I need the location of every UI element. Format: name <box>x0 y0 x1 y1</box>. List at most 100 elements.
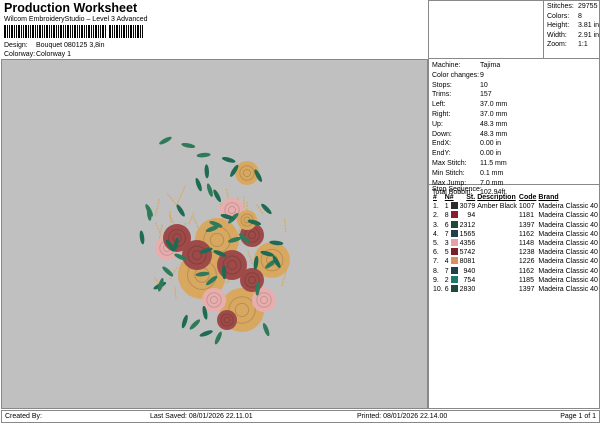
row-index: 4. <box>433 230 439 238</box>
page-title: Production Worksheet <box>4 1 138 15</box>
stat-row: Up: 48.3 mm <box>432 120 599 130</box>
swatch-cell <box>450 229 459 239</box>
column-header: Description <box>477 194 516 201</box>
column-header: # <box>433 194 437 201</box>
table-row: 8. 7 940 1162 Madeira Classic 40 <box>432 266 599 276</box>
swatch-cell <box>450 285 459 294</box>
stat-label: Machine: <box>432 62 461 69</box>
stat-row: Min Stitch: 0.1 mm <box>432 169 599 179</box>
stat-value: 11.5 mm <box>480 159 507 167</box>
stat-value: 37.0 mm <box>480 110 508 118</box>
stitch-count: 754 <box>463 276 476 284</box>
design-name: Bouquet 080125 3,8in <box>36 42 105 49</box>
page-number: Page 1 of 1 <box>560 413 596 420</box>
thread-code: 1226 <box>518 258 535 266</box>
created-by: Created By: <box>5 413 42 420</box>
stop-sequence: Stop Sequence: # N# St. Description Code Bran… <box>428 185 600 409</box>
thread-description <box>476 230 518 239</box>
stat-value: 0.00 in <box>480 150 502 158</box>
thread-description <box>476 239 518 248</box>
stat-label: Max Stitch: <box>432 159 467 167</box>
stat-value: 2.91 in <box>578 31 600 39</box>
row-index: 10. <box>433 286 443 294</box>
color-swatch <box>450 211 458 219</box>
thread-brand: Madeira Classic 40 <box>538 212 598 220</box>
row-index: 3. <box>433 221 439 229</box>
stitch-count: 2830 <box>459 286 476 294</box>
swatch-cell <box>450 257 459 266</box>
thread-brand: Madeira Classic 40 <box>538 249 598 257</box>
color-swatch <box>450 248 458 256</box>
stop-sequence-title: Stop Sequence: <box>432 186 482 193</box>
stat-row: Color changes: 9 <box>432 71 599 81</box>
stat-value: 48.3 mm <box>480 130 508 138</box>
stat-value: 0.1 mm <box>480 169 504 177</box>
stat-label: Up: <box>432 120 443 128</box>
footer: Created By: Last Saved: 08/01/2026 22.11… <box>1 410 600 423</box>
thread-brand: Madeira Classic 40 <box>538 203 598 211</box>
stat-value: 48.3 mm <box>480 120 508 128</box>
stat-row: Height: 3.81 in <box>547 21 600 31</box>
color-swatch <box>450 220 458 228</box>
stat-value: 37.0 mm <box>480 101 508 109</box>
barcode <box>4 25 159 39</box>
stat-label: Height: <box>547 22 570 30</box>
software-name: Wilcom EmbroideryStudio – Level 3 Advanc… <box>4 16 148 23</box>
thread-brand: Madeira Classic 40 <box>538 276 598 284</box>
stat-label: EndX: <box>432 140 452 148</box>
thread-code: 1185 <box>518 276 534 284</box>
color-swatch <box>450 275 458 283</box>
color-swatch <box>450 239 458 247</box>
row-index: 1. <box>433 203 439 211</box>
table-row: 4. 7 1565 1162 Madeira Classic 40 <box>432 229 599 239</box>
stat-row: Left: 37.0 mm <box>432 100 599 110</box>
row-index: 5. <box>433 240 439 248</box>
stat-value: 10 <box>480 81 488 89</box>
printed-date: Printed: 08/01/2026 22.14.00 <box>357 413 448 420</box>
thread-code: 1148 <box>518 240 534 248</box>
thread-code: 1181 <box>518 212 534 220</box>
stat-value: 0.00 in <box>480 140 502 148</box>
thread-description <box>476 276 518 285</box>
stat-label: Color changes: <box>432 71 480 79</box>
column-header: St. <box>466 194 476 201</box>
stat-value: Tajima <box>480 62 501 69</box>
swatch-cell <box>450 239 459 248</box>
stat-row: Right: 37.0 mm <box>432 110 599 120</box>
thread-code: 1397 <box>518 286 535 294</box>
table-row: 2. 8 94 1181 Madeira Classic 40 <box>432 211 599 220</box>
table-row: 10. 6 2830 1397 Madeira Classic 40 <box>432 285 599 294</box>
stat-row: Width: 2.91 in <box>547 31 600 41</box>
stat-label: Down: <box>432 130 452 138</box>
stitch-count: 8081 <box>459 258 476 266</box>
thread-description <box>476 267 518 276</box>
stat-value: 1:1 <box>578 41 588 49</box>
column-header: Brand <box>538 194 559 201</box>
thread-brand: Madeira Classic 40 <box>538 286 598 294</box>
table-row: 6. 5 5742 1238 Madeira Classic 40 <box>432 248 599 257</box>
stitch-count: 940 <box>463 267 476 275</box>
stat-value: 8 <box>578 12 582 20</box>
thread-code: 1162 <box>518 267 534 275</box>
design-stats: Stitches: 29755 Colors: 8 Height: 3.81 in Widt… <box>543 0 600 59</box>
thread-code: 1007 <box>518 203 535 211</box>
thread-code: 1162 <box>518 230 534 238</box>
color-swatch <box>450 202 458 210</box>
stitch-count: 1565 <box>459 230 476 238</box>
thread-description <box>476 285 518 294</box>
stat-row: EndY: 0.00 in <box>432 149 599 159</box>
table-row: 1. 1 3079 Amber Black 1007 Madeira Classic 40 <box>432 202 599 211</box>
stat-value: 157 <box>480 91 492 99</box>
stat-row: Colors: 8 <box>547 12 600 22</box>
thread-description <box>476 257 518 266</box>
colorway-name: Colorway 1 <box>36 51 72 58</box>
row-index: 7. <box>433 258 439 266</box>
stitch-count: 3079 <box>459 203 476 211</box>
stat-row: Trims: 157 <box>432 90 599 100</box>
stat-label: EndY: <box>432 150 451 158</box>
stat-row: Max Stitch: 11.5 mm <box>432 159 599 169</box>
stat-label: Width: <box>547 31 567 39</box>
stat-label: Stops: <box>432 81 452 89</box>
stat-row: Machine: Tajima <box>432 61 599 71</box>
swatch-cell <box>450 211 459 220</box>
